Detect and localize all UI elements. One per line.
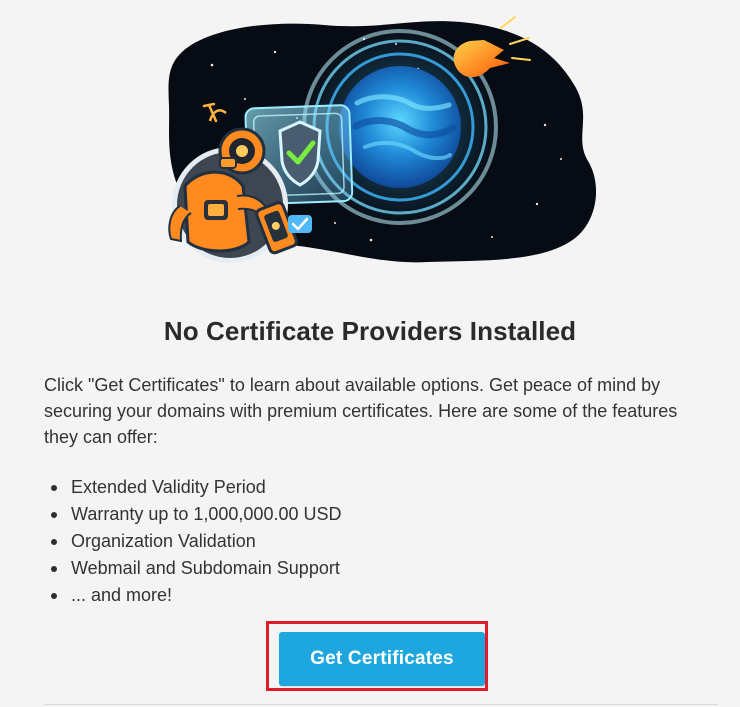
highlight-box: Get Certificates bbox=[266, 621, 488, 691]
description-text: Click "Get Certificates" to learn about … bbox=[44, 375, 678, 447]
feature-item: Organization Validation bbox=[44, 528, 341, 555]
certificates-empty-state: No Certificate Providers Installed Click… bbox=[0, 0, 740, 707]
get-certificates-button[interactable]: Get Certificates bbox=[279, 632, 485, 686]
feature-item: ... and more! bbox=[44, 582, 341, 609]
feature-list: Extended Validity Period Warranty up to … bbox=[44, 474, 341, 609]
feature-item: Extended Validity Period bbox=[44, 474, 341, 501]
page-title: No Certificate Providers Installed bbox=[163, 316, 577, 346]
hero-illustration bbox=[168, 16, 597, 263]
feature-item: Webmail and Subdomain Support bbox=[44, 555, 341, 582]
bottom-divider bbox=[44, 704, 718, 705]
feature-item: Warranty up to 1,000,000.00 USD bbox=[44, 501, 341, 528]
